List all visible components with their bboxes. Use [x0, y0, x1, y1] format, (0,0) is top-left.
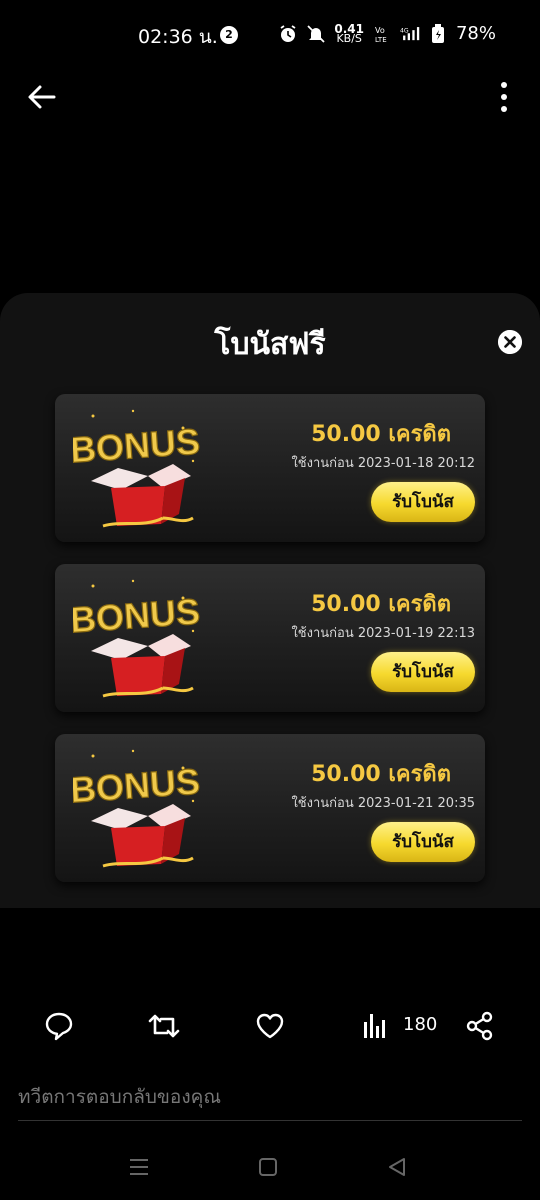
svg-text:LTE: LTE — [375, 36, 387, 44]
system-nav-bar — [0, 1145, 540, 1190]
home-icon[interactable] — [256, 1155, 280, 1179]
svg-text:Vo: Vo — [375, 26, 385, 35]
more-options-icon[interactable] — [494, 80, 514, 114]
close-icon[interactable] — [498, 330, 522, 354]
credit-amount: 50.00 เครดิต — [311, 422, 451, 447]
views-icon[interactable] — [362, 1010, 388, 1042]
share-icon[interactable] — [465, 1010, 495, 1042]
bonus-gift-box-image: BONUS — [73, 749, 202, 868]
status-icons: 0.41 KB/S Vo LTE 4G 78% — [278, 23, 496, 44]
status-time: 02:36 น. — [138, 26, 218, 48]
status-bar: 02:36 น. 2 0.41 KB/S Vo LTE 4G 78% — [0, 0, 540, 72]
reply-input[interactable]: ทวีตการตอบกลับของคุณ — [18, 1080, 522, 1121]
top-nav — [0, 72, 540, 122]
bonus-gift-box-image: BONUS — [73, 579, 202, 698]
modal-title: โบนัสฟรี — [214, 327, 326, 362]
volte-icon: VoLTE — [375, 26, 387, 44]
battery-percent: 78% — [455, 23, 496, 44]
net-speed-unit: KB/S — [336, 31, 362, 45]
signal-4g-icon: 4G — [400, 26, 420, 40]
bonus-art-text: BONUS — [73, 761, 201, 811]
bonus-card: BONUS 50.00 เครดิต ใช้งานก่อน 2023-01-18… — [55, 394, 485, 542]
alarm-icon — [280, 24, 296, 42]
view-count: 180 — [403, 1014, 438, 1035]
bonus-gift-box-image: BONUS — [73, 409, 202, 528]
recent-apps-icon[interactable] — [127, 1155, 151, 1179]
claim-bonus-button[interactable]: รับโบนัส — [371, 652, 475, 692]
svg-text:4G: 4G — [400, 27, 409, 34]
back-arrow-icon[interactable] — [26, 82, 58, 112]
battery-icon — [431, 23, 444, 43]
like-icon[interactable] — [254, 1010, 286, 1042]
reply-icon[interactable] — [43, 1010, 75, 1042]
bonus-card: BONUS 50.00 เครดิต ใช้งานก่อน 2023-01-19… — [55, 564, 485, 712]
back-nav-icon[interactable] — [385, 1155, 409, 1179]
bonus-art-text: BONUS — [73, 421, 201, 471]
credit-amount: 50.00 เครดิต — [311, 762, 451, 787]
expiry-date: ใช้งานก่อน 2023-01-21 20:35 — [291, 796, 475, 811]
bonus-card: BONUS 50.00 เครดิต ใช้งานก่อน 2023-01-21… — [55, 734, 485, 882]
retweet-icon[interactable] — [147, 1010, 181, 1042]
expiry-date: ใช้งานก่อน 2023-01-18 20:12 — [291, 456, 475, 471]
tweet-action-bar: 180 — [0, 1000, 540, 1052]
mute-icon — [307, 24, 326, 43]
tweet-media-image[interactable]: โบนัสฟรี BONUS 50.00 เครดิต ใช้งานก่อน 2… — [0, 293, 540, 908]
claim-bonus-button[interactable]: รับโบนัส — [371, 822, 475, 862]
credit-amount: 50.00 เครดิต — [311, 592, 451, 617]
claim-bonus-button[interactable]: รับโบนัส — [371, 482, 475, 522]
bonus-art-text: BONUS — [73, 591, 201, 641]
network-speed: 0.41 KB/S — [334, 23, 364, 45]
expiry-date: ใช้งานก่อน 2023-01-19 22:13 — [291, 626, 475, 641]
notification-count-badge: 2 — [220, 26, 238, 44]
